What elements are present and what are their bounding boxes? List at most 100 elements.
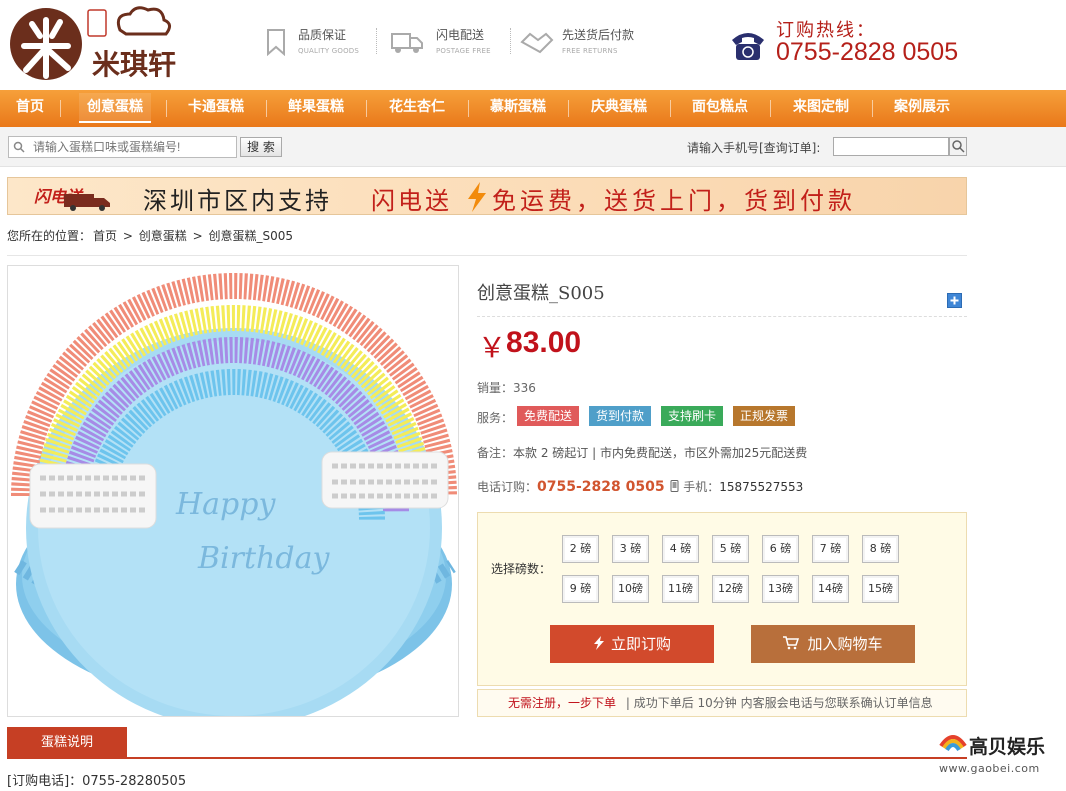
size-option[interactable]: 9 磅 bbox=[562, 575, 599, 603]
feature-subtitle: FREE RETURNS bbox=[562, 47, 618, 55]
nav-label: 卡通蛋糕 bbox=[188, 99, 244, 115]
nav-item-celebration[interactable]: 庆典蛋糕 bbox=[568, 90, 670, 127]
size-option[interactable]: 15磅 bbox=[862, 575, 899, 603]
nav-label: 案例展示 bbox=[894, 99, 950, 115]
size-option[interactable]: 14磅 bbox=[812, 575, 849, 603]
nav-label: 创意蛋糕 bbox=[79, 93, 151, 123]
search-bar: 搜 索 请输入手机号[查询订单]: bbox=[0, 127, 1066, 167]
order-search-button[interactable] bbox=[949, 137, 967, 156]
size-option[interactable]: 5 磅 bbox=[712, 535, 749, 563]
size-option[interactable]: 7 磅 bbox=[812, 535, 849, 563]
nav-item-bread[interactable]: 面包糕点 bbox=[670, 90, 770, 127]
service-badge-invoice: 正规发票 bbox=[733, 406, 796, 426]
order-query-label: 请输入手机号[查询订单]: bbox=[687, 141, 821, 155]
phone-order: 电话订购：0755-2828 0505 手机：15875527553 bbox=[477, 478, 803, 495]
nav-item-fruit[interactable]: 鲜果蛋糕 bbox=[266, 90, 366, 127]
header: 米琪轩 品质保证 QUALITY GOODS 闪电配送 POSTAGE FREE… bbox=[0, 0, 1066, 90]
search-button[interactable]: 搜 索 bbox=[240, 137, 282, 157]
cart-icon bbox=[783, 636, 800, 650]
nav-label: 鲜果蛋糕 bbox=[288, 99, 344, 115]
size-option[interactable]: 11磅 bbox=[662, 575, 699, 603]
product-note: 备注：本款 2 磅起订 | 市内免费配送，市区外需加25元配送费 bbox=[477, 444, 807, 461]
nav-item-mousse[interactable]: 慕斯蛋糕 bbox=[468, 90, 568, 127]
rainbow-cake-image: Happy Birthday bbox=[11, 273, 457, 716]
breadcrumb-category[interactable]: 创意蛋糕 bbox=[139, 229, 187, 243]
watermark: 高贝娱乐 www.gaobei.com bbox=[937, 730, 1059, 776]
phone-label: 电话订购： bbox=[477, 480, 538, 494]
services-label: 服务： bbox=[477, 411, 514, 425]
size-option[interactable]: 12磅 bbox=[712, 575, 749, 603]
size-option[interactable]: 2 磅 bbox=[562, 535, 599, 563]
nav-item-cases[interactable]: 案例展示 bbox=[872, 90, 972, 127]
watermark-url: www.gaobei.com bbox=[939, 762, 1040, 775]
search-input[interactable] bbox=[8, 136, 237, 158]
feature-title: 品质保证 bbox=[298, 28, 347, 42]
bookmark-icon bbox=[267, 29, 285, 56]
lightning-icon bbox=[468, 182, 486, 212]
size-option[interactable]: 13磅 bbox=[762, 575, 799, 603]
order-phone-input[interactable] bbox=[833, 137, 949, 156]
hotline: 订购热线： 0755-2828 0505 bbox=[728, 14, 988, 74]
note-label: 备注： bbox=[477, 446, 514, 460]
watermark-title: 高贝娱乐 bbox=[969, 736, 1046, 758]
buy-now-button[interactable]: 立即订购 bbox=[550, 625, 714, 663]
sales-value: 336 bbox=[513, 381, 536, 395]
add-to-cart-button[interactable]: 加入购物车 bbox=[751, 625, 915, 663]
nav-label: 花生杏仁 bbox=[389, 99, 445, 115]
feature-quality: 品质保证 QUALITY GOODS bbox=[262, 26, 372, 58]
logo[interactable]: 米琪轩 bbox=[10, 6, 210, 84]
nav-item-home[interactable]: 首页 bbox=[0, 90, 60, 127]
tab-cake-description[interactable]: 蛋糕说明 bbox=[7, 727, 127, 758]
mobile-number: 15875527553 bbox=[719, 480, 804, 494]
watermark-logo-icon bbox=[939, 735, 967, 752]
feature-subtitle: POSTAGE FREE bbox=[436, 47, 491, 55]
size-option[interactable]: 4 磅 bbox=[662, 535, 699, 563]
size-option[interactable]: 3 磅 bbox=[612, 535, 649, 563]
breadcrumb-current: 创意蛋糕_S005 bbox=[208, 229, 294, 243]
breadcrumb-home[interactable]: 首页 bbox=[93, 229, 117, 243]
nav-label: 来图定制 bbox=[793, 99, 849, 115]
feature-delivery: 闪电配送 POSTAGE FREE bbox=[390, 26, 500, 58]
note-text: 本款 2 磅起订 | 市内免费配送，市区外需加25元配送费 bbox=[513, 446, 808, 460]
notice-highlight: 无需注册，一步下单 bbox=[508, 696, 617, 710]
nav-item-custom[interactable]: 来图定制 bbox=[770, 90, 872, 127]
feature-title: 闪电配送 bbox=[436, 28, 485, 42]
nav-item-peanut[interactable]: 花生杏仁 bbox=[366, 90, 468, 127]
product-title: 创意蛋糕_S005 bbox=[477, 283, 605, 304]
divider bbox=[510, 28, 511, 54]
nav-item-cartoon[interactable]: 卡通蛋糕 bbox=[166, 90, 266, 127]
order-notice: 无需注册，一步下单 | 成功下单后 10分钟 内客服会电话与您联系确认订单信息 bbox=[477, 689, 967, 717]
size-option[interactable]: 10磅 bbox=[612, 575, 649, 603]
delivery-truck-icon bbox=[64, 194, 110, 211]
size-option[interactable]: 8 磅 bbox=[862, 535, 899, 563]
divider bbox=[477, 316, 967, 317]
footer-order-phone: [订购电话]：0755-28280505 bbox=[7, 774, 187, 789]
banner-highlight: 闪电送 bbox=[371, 187, 452, 215]
breadcrumb-prefix: 您所在的位置： bbox=[7, 229, 92, 243]
service-badge-card: 支持刷卡 bbox=[661, 406, 724, 426]
nav-item-creative[interactable]: 创意蛋糕 bbox=[67, 90, 163, 127]
truck-icon bbox=[391, 33, 423, 53]
sales-count: 销量：336 bbox=[477, 379, 536, 396]
expand-plus-icon[interactable] bbox=[947, 293, 962, 308]
service-badge-cod: 货到付款 bbox=[589, 406, 652, 426]
size-option[interactable]: 6 磅 bbox=[762, 535, 799, 563]
nav-label: 首页 bbox=[16, 99, 44, 115]
search-icon bbox=[13, 141, 25, 153]
nav-separator bbox=[60, 100, 61, 117]
logo-text: 米琪轩 bbox=[92, 48, 176, 81]
buy-now-label: 立即订购 bbox=[610, 635, 671, 653]
promo-banner[interactable]: 闪电送 深圳市区内支持 闪电送 免运费，送货上门，货到付款 bbox=[7, 177, 967, 215]
divider bbox=[376, 28, 377, 54]
sales-label: 销量： bbox=[477, 381, 514, 395]
breadcrumb-separator: > bbox=[192, 229, 203, 243]
breadcrumb: 您所在的位置： 首页 > 创意蛋糕 > 创意蛋糕_S005 bbox=[7, 227, 295, 244]
nav-label: 面包糕点 bbox=[692, 99, 748, 115]
size-label: 选择磅数： bbox=[491, 562, 552, 576]
product-image[interactable]: Happy Birthday bbox=[7, 265, 459, 717]
feature-payment: 先送货后付款 FREE RETURNS bbox=[520, 26, 660, 58]
mobile-phone-icon bbox=[670, 480, 679, 492]
size-option-box: 选择磅数： 2 磅 3 磅 4 磅 5 磅 6 磅 7 磅 8 磅 9 磅 10… bbox=[477, 512, 967, 686]
tab-underline bbox=[7, 757, 967, 759]
feature-subtitle: QUALITY GOODS bbox=[298, 47, 360, 55]
